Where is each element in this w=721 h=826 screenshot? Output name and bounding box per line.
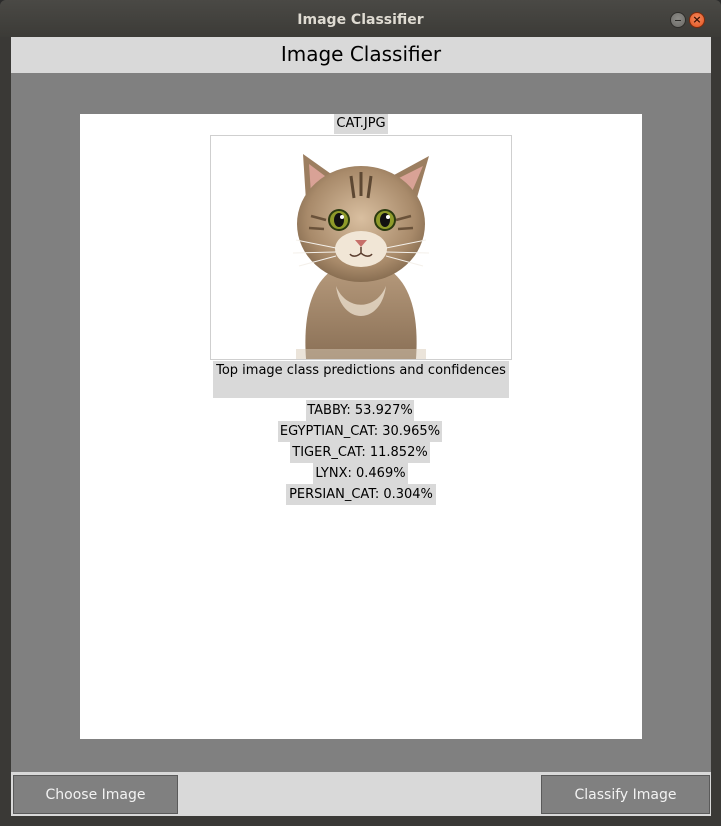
classify-image-button[interactable]: Classify Image	[541, 775, 710, 814]
results-canvas: CAT.JPG Top image class predictions and …	[80, 114, 642, 739]
window-title: Image Classifier	[297, 12, 424, 28]
app-window: Image Classifier × Image Classifier CAT.…	[0, 0, 721, 826]
prediction-item: LYNX: 0.469%	[313, 463, 408, 484]
prediction-item: TIGER_CAT: 11.852%	[290, 442, 430, 463]
prediction-item: EGYPTIAN_CAT: 30.965%	[278, 421, 442, 442]
minimize-icon[interactable]	[670, 12, 686, 28]
prediction-item: TABBY: 53.927%	[306, 400, 414, 421]
close-icon[interactable]: ×	[689, 12, 705, 28]
main-panel: Image Classifier CAT.JPG Top image class…	[11, 37, 711, 816]
cat-photo-icon	[211, 136, 511, 359]
window-titlebar[interactable]: Image Classifier ×	[0, 0, 721, 37]
preview-image	[210, 135, 512, 360]
button-bar: Choose Image Classify Image	[11, 772, 711, 816]
prediction-item: PERSIAN_CAT: 0.304%	[286, 484, 436, 505]
predictions-heading: Top image class predictions and confiden…	[213, 361, 509, 398]
filename-label: CAT.JPG	[334, 114, 388, 134]
choose-image-button[interactable]: Choose Image	[13, 775, 178, 814]
page-title: Image Classifier	[11, 37, 711, 73]
